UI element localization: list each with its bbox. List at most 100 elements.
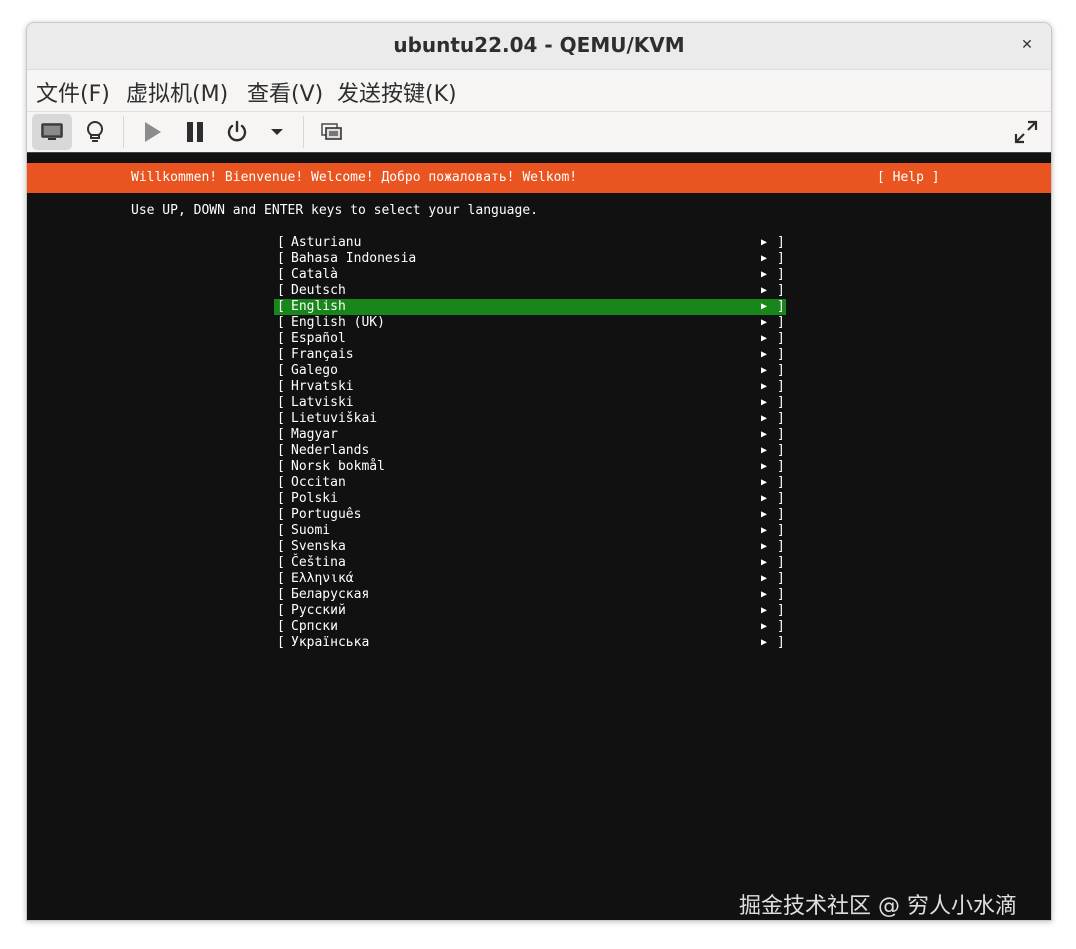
vm-display[interactable]: Willkommen! Bienvenue! Welcome! Добро по… [27, 152, 1051, 920]
language-option[interactable]: [Nederlands ▶] [274, 443, 786, 459]
arrow-right-icon: ▶ [761, 253, 768, 264]
toolbar-separator [123, 116, 124, 148]
option-bracket-left: [ [277, 539, 285, 554]
option-bracket-left: [ [277, 603, 285, 618]
language-option[interactable]: [Српски ▶] [274, 619, 786, 635]
arrow-right-icon: ▶ [761, 509, 768, 520]
option-bracket-right: ] [777, 539, 785, 554]
arrow-right-icon: ▶ [761, 413, 768, 424]
language-option[interactable]: [Asturianu ▶] [274, 235, 786, 251]
language-option[interactable]: [Latviski ▶] [274, 395, 786, 411]
option-bracket-right: ] [777, 347, 785, 362]
console-icon[interactable] [32, 114, 72, 150]
language-name: Français [291, 347, 354, 362]
option-bracket-right: ] [777, 315, 785, 330]
option-bracket-right: ] [777, 267, 785, 282]
language-option[interactable]: [Bahasa Indonesia ▶] [274, 251, 786, 267]
language-option[interactable]: [Français ▶] [274, 347, 786, 363]
option-bracket-left: [ [277, 555, 285, 570]
language-option[interactable]: [Español ▶] [274, 331, 786, 347]
language-name: Suomi [291, 523, 331, 538]
language-name: Português [291, 507, 362, 522]
option-bracket-right: ] [777, 555, 785, 570]
pause-icon[interactable] [175, 114, 215, 150]
watermark: 掘金技术社区 @ 穷人小水滴 [739, 894, 1017, 919]
option-bracket-right: ] [777, 443, 785, 458]
option-bracket-left: [ [277, 235, 285, 250]
language-option[interactable]: [Suomi ▶] [274, 523, 786, 539]
language-option[interactable]: [Lietuviškai ▶] [274, 411, 786, 427]
menu-view[interactable]: 查看(V) [247, 76, 323, 108]
toolbar-separator [303, 116, 304, 148]
option-bracket-right: ] [777, 235, 785, 250]
language-name: Lietuviškai [291, 411, 378, 426]
arrow-right-icon: ▶ [761, 365, 768, 376]
language-name: Nederlands [291, 443, 370, 458]
arrow-right-icon: ▶ [761, 493, 768, 504]
language-name: English [291, 299, 346, 314]
menu-send-key[interactable]: 发送按键(K) [337, 76, 457, 108]
option-bracket-left: [ [277, 619, 285, 634]
arrow-right-icon: ▶ [761, 621, 768, 632]
language-name: Latviski [291, 395, 354, 410]
option-bracket-left: [ [277, 427, 285, 442]
lightbulb-icon[interactable] [75, 114, 115, 150]
menu-file[interactable]: 文件(F) [36, 76, 110, 108]
language-option[interactable]: [Occitan ▶] [274, 475, 786, 491]
arrow-right-icon: ▶ [761, 525, 768, 536]
language-name: Polski [291, 491, 338, 506]
language-name: Русский [291, 603, 346, 618]
language-option[interactable]: [English (UK) ▶] [274, 315, 786, 331]
language-option[interactable]: [Galego ▶] [274, 363, 786, 379]
language-option[interactable]: [Беларуская ▶] [274, 587, 786, 603]
screenshot-icon[interactable] [311, 114, 351, 150]
option-bracket-left: [ [277, 443, 285, 458]
arrow-right-icon: ▶ [761, 477, 768, 488]
dropdown-arrow-icon[interactable] [257, 114, 297, 150]
help-button[interactable]: [ Help ] [877, 170, 940, 185]
arrow-right-icon: ▶ [761, 381, 768, 392]
option-bracket-left: [ [277, 459, 285, 474]
language-name: Svenska [291, 539, 346, 554]
language-option[interactable]: [Hrvatski ▶] [274, 379, 786, 395]
language-option[interactable]: [Magyar ▶] [274, 427, 786, 443]
language-name: Asturianu [291, 235, 362, 250]
arrow-right-icon: ▶ [761, 541, 768, 552]
option-bracket-left: [ [277, 571, 285, 586]
arrow-right-icon: ▶ [761, 429, 768, 440]
power-icon[interactable] [217, 114, 257, 150]
arrow-right-icon: ▶ [761, 637, 768, 648]
title-bar[interactable]: ubuntu22.04 - QEMU/KVM ✕ [27, 23, 1051, 70]
fullscreen-icon[interactable] [1006, 114, 1046, 150]
language-option[interactable]: [English ▶] [274, 299, 786, 315]
language-option[interactable]: [Čeština ▶] [274, 555, 786, 571]
option-bracket-right: ] [777, 523, 785, 538]
language-name: Occitan [291, 475, 346, 490]
language-option[interactable]: [Polski ▶] [274, 491, 786, 507]
language-name: Deutsch [291, 283, 346, 298]
language-option[interactable]: [Português ▶] [274, 507, 786, 523]
language-option[interactable]: [Norsk bokmål ▶] [274, 459, 786, 475]
language-option[interactable]: [Català ▶] [274, 267, 786, 283]
option-bracket-right: ] [777, 379, 785, 394]
toolbar [27, 111, 1051, 152]
language-option[interactable]: [Ελληνικά ▶] [274, 571, 786, 587]
option-bracket-left: [ [277, 411, 285, 426]
language-name: Српски [291, 619, 338, 634]
language-name: Norsk bokmål [291, 459, 385, 474]
language-name: Українська [291, 635, 370, 650]
language-name: Ελληνικά [291, 571, 354, 586]
language-name: Беларуская [291, 587, 370, 602]
arrow-right-icon: ▶ [761, 317, 768, 328]
option-bracket-left: [ [277, 315, 285, 330]
language-option[interactable]: [ Svenska ▶] [274, 539, 786, 555]
menu-vm[interactable]: 虚拟机(M) [126, 76, 228, 108]
language-option[interactable]: [Deutsch ▶] [274, 283, 786, 299]
language-option[interactable]: [Русский ▶] [274, 603, 786, 619]
language-option[interactable]: [Українська ▶] [274, 635, 786, 651]
arrow-right-icon: ▶ [761, 301, 768, 312]
play-icon[interactable] [132, 114, 172, 150]
language-name: Català [291, 267, 338, 282]
language-name: Magyar [291, 427, 338, 442]
close-icon[interactable]: ✕ [1017, 35, 1037, 55]
